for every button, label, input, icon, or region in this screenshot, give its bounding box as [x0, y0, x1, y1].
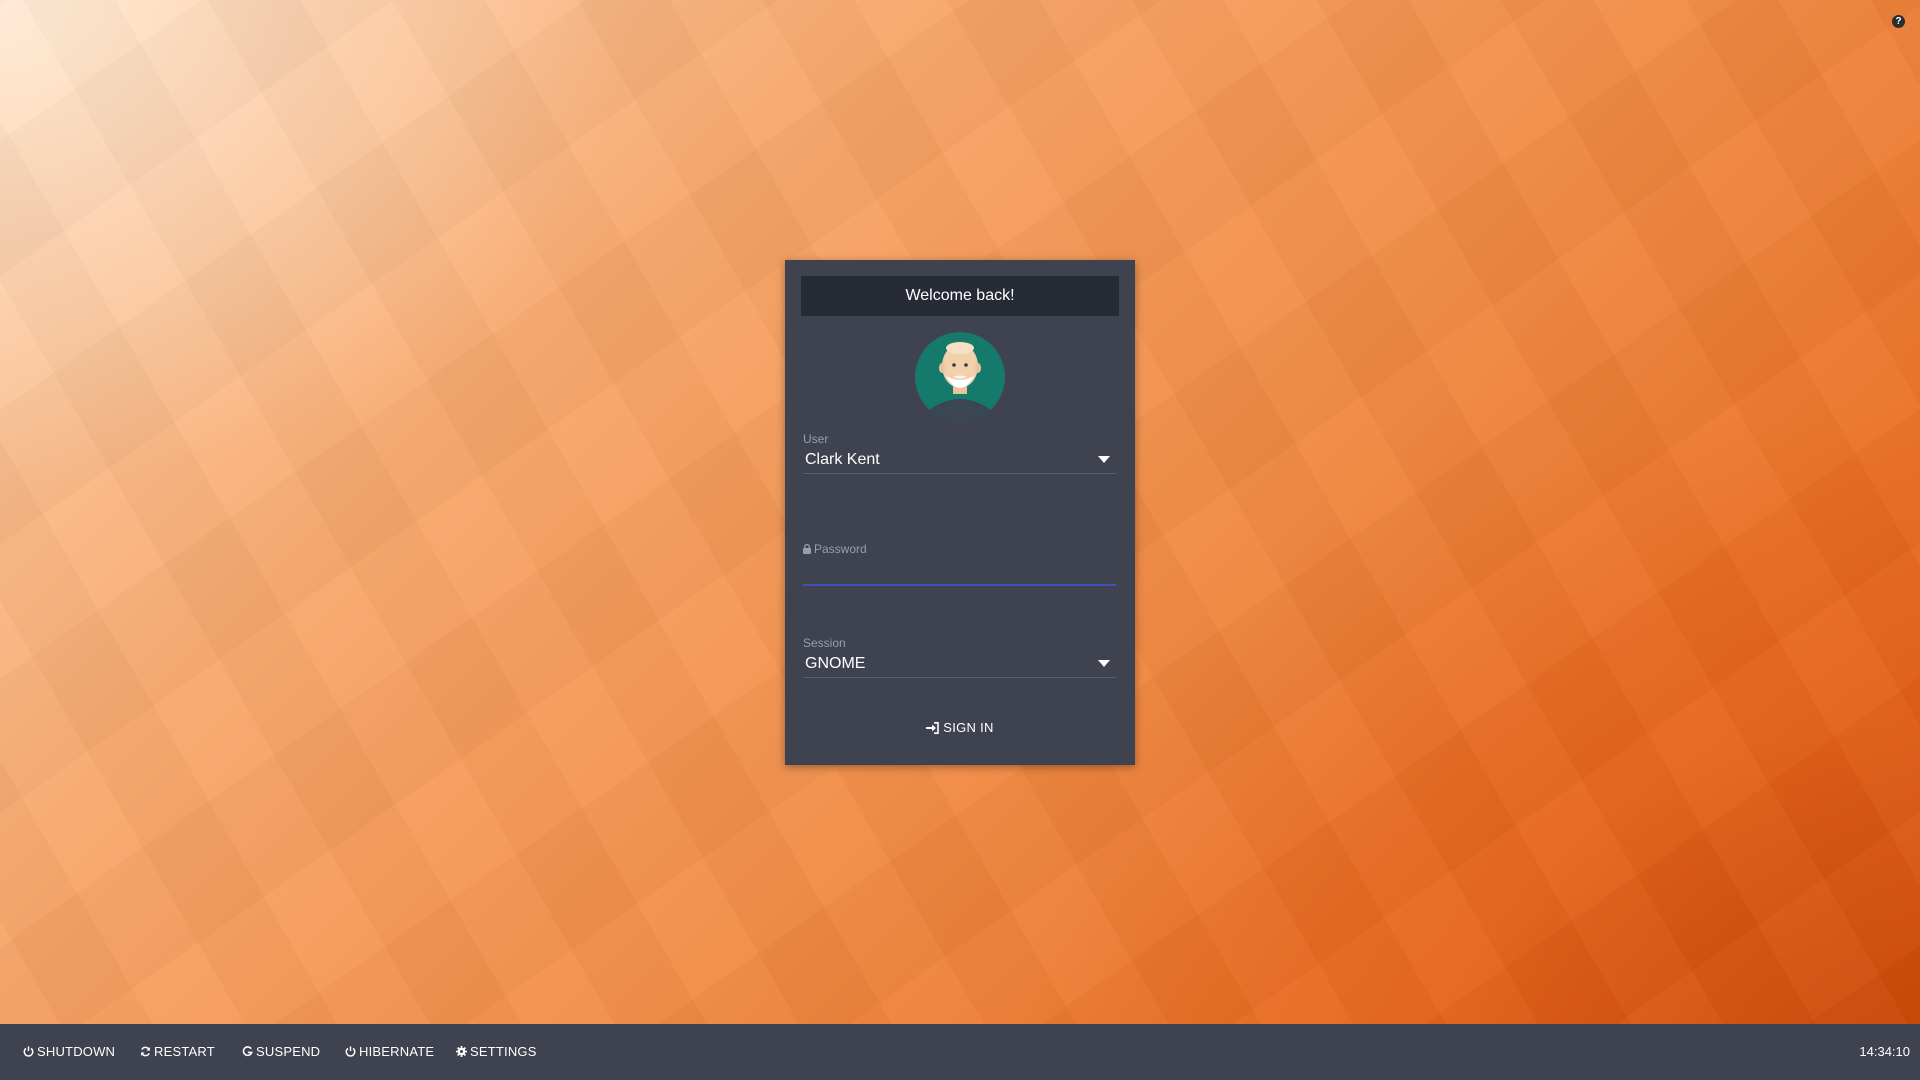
password-label: Password	[803, 542, 867, 556]
password-input[interactable]	[803, 558, 1116, 586]
login-card: Welcome back! User Clark Kent Password S…	[785, 260, 1135, 765]
shutdown-label: SHUTDOWN	[37, 1044, 116, 1059]
hibernate-label: HIBERNATE	[359, 1044, 435, 1059]
user-avatar	[915, 332, 1005, 422]
power-icon	[23, 1046, 34, 1057]
settings-label: SETTINGS	[470, 1044, 537, 1059]
session-select[interactable]: GNOME	[803, 651, 1116, 678]
lock-icon	[803, 544, 811, 554]
suspend-label: SUSPEND	[256, 1044, 321, 1059]
refresh-icon	[141, 1046, 150, 1057]
chevron-down-icon	[1098, 456, 1110, 463]
help-icon[interactable]: ?	[1892, 15, 1905, 28]
power-icon	[345, 1046, 356, 1057]
password-label-text: Password	[814, 542, 867, 556]
hibernate-button[interactable]: HIBERNATE	[345, 1024, 434, 1080]
session-label: Session	[803, 636, 846, 650]
login-screen: ? Welcome back! User Clark Kent Password…	[0, 0, 1920, 1080]
shutdown-button[interactable]: SHUTDOWN	[23, 1024, 115, 1080]
chevron-down-icon	[1098, 660, 1110, 667]
welcome-title: Welcome back!	[801, 276, 1119, 316]
sign-in-button[interactable]: SIGN IN	[890, 713, 1030, 743]
gear-icon	[456, 1046, 467, 1057]
user-value: Clark Kent	[805, 451, 880, 468]
session-value: GNOME	[805, 655, 866, 672]
restart-label: RESTART	[154, 1044, 215, 1059]
sign-in-label: SIGN IN	[943, 720, 994, 735]
user-select[interactable]: Clark Kent	[803, 447, 1116, 474]
suspend-button[interactable]: SUSPEND	[242, 1024, 320, 1080]
user-label: User	[803, 432, 829, 446]
restart-button[interactable]: RESTART	[140, 1024, 215, 1080]
bottom-bar: SHUTDOWN RESTART SUSPEND HIBERNATE SETTI…	[0, 1024, 1920, 1080]
settings-button[interactable]: SETTINGS	[456, 1024, 537, 1080]
suspend-icon	[242, 1046, 253, 1057]
clock: 14:34:10	[1859, 1044, 1910, 1059]
sign-in-icon	[926, 722, 940, 734]
